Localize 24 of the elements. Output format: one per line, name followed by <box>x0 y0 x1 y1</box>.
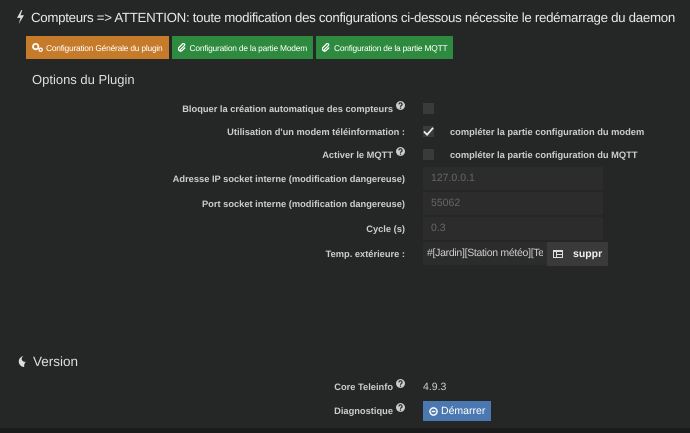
command-field[interactable]: #[Jardin][Station météo][Te <box>423 242 547 266</box>
remove-button[interactable]: suppr <box>547 242 608 266</box>
field-label: Core Teleinfo <box>334 382 393 392</box>
input-field[interactable]: 0.3 <box>423 216 603 240</box>
tab[interactable]: Configuration de la partie Modem <box>172 36 313 59</box>
tab[interactable]: Configuration Générale du plugin <box>26 36 169 59</box>
checkbox-note: compléter la partie configuration du modem <box>450 126 644 136</box>
field-label: Activer le MQTT <box>322 150 393 160</box>
tab[interactable]: Configuration de la partie MQTT <box>316 36 454 59</box>
field-label: Adresse IP socket interne (modification dangereuse) <box>172 174 405 184</box>
input-field[interactable]: 55062 <box>423 192 603 216</box>
field-label: Temp. extérieure : <box>326 248 405 258</box>
page-title: Compteurs => ATTENTION: toute modification des configurations ci-dessous nécessite le redémarrage du daemon <box>31 10 675 24</box>
field-label: Bloquer la création automatique des compteurs <box>182 104 393 114</box>
section-title: Version <box>33 354 78 369</box>
start-button[interactable]: Démarrer <box>423 401 492 421</box>
field-label: Diagnostique <box>334 406 393 416</box>
field-label: Utilisation d'un modem téléinformation : <box>227 126 405 136</box>
version-value: 4.9.3 <box>423 381 446 393</box>
checkbox-note: compléter la partie configuration du MQTT <box>450 150 638 160</box>
field-label: Port socket interne (modification dangereuse) <box>202 198 405 208</box>
field-label: Cycle (s) <box>366 224 405 234</box>
input-field[interactable]: 127.0.0.1 <box>423 166 603 190</box>
section-title: Options du Plugin <box>32 72 135 87</box>
